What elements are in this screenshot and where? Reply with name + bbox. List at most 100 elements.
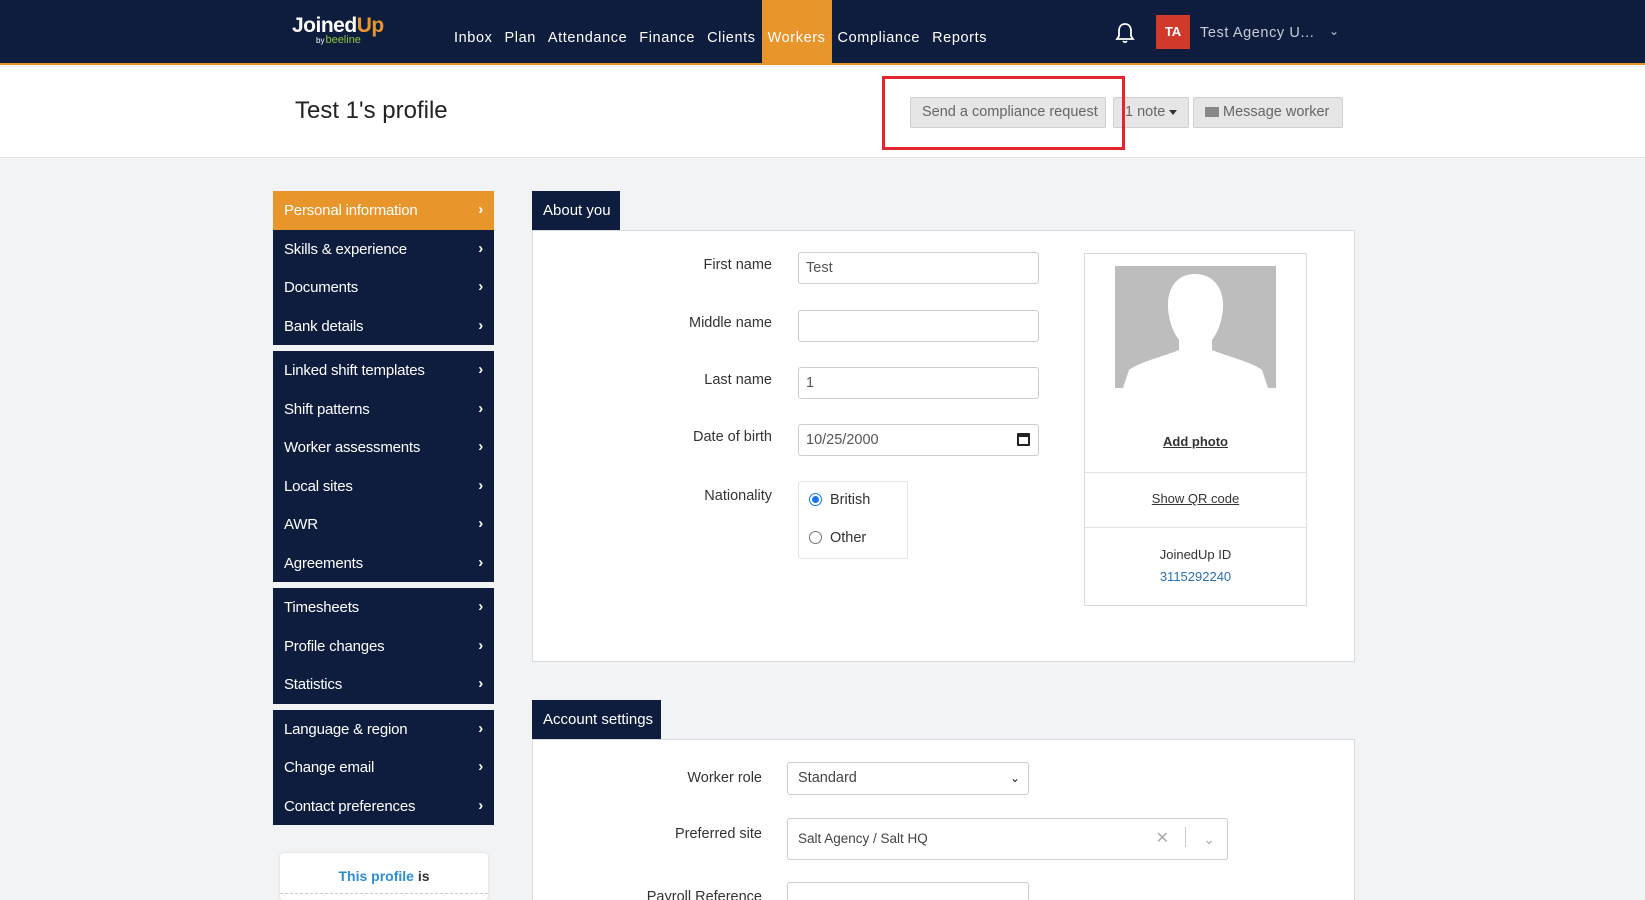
sidebar-item-label: AWR — [284, 516, 318, 533]
nav-item-compliance[interactable]: Compliance — [832, 0, 927, 65]
preferred-site-select[interactable]: Salt Agency / Salt HQ ✕ ⌄ — [787, 818, 1228, 860]
send-compliance-request-button[interactable]: Send a compliance request — [910, 97, 1106, 128]
sidebar-item-label: Profile changes — [284, 637, 385, 655]
bell-icon[interactable] — [1115, 22, 1135, 44]
sidebar-group: Language & region › Change email › Contact p… — [273, 709, 494, 826]
sidebar-item-label: Linked shift templates — [284, 362, 425, 379]
sidebar-item-label: Contact preferences — [284, 797, 416, 815]
first-name-label: First name — [703, 257, 773, 273]
sidebar-item-bank-details[interactable]: Bank details › — [273, 307, 494, 346]
sidebar-item-language-region[interactable]: Language & region › — [273, 710, 494, 749]
sidebar-item-label: Personal information — [284, 202, 418, 219]
envelope-icon — [1205, 107, 1219, 117]
nav-item-reports[interactable]: Reports — [926, 0, 993, 65]
message-worker-button[interactable]: Message worker — [1193, 97, 1343, 128]
clear-icon[interactable]: ✕ — [1156, 819, 1169, 859]
date-of-birth-input[interactable]: 10/25/2000 — [798, 424, 1039, 456]
photo-panel: Add photo Show QR code JoinedUp ID 31152… — [1084, 253, 1307, 606]
profile-sidebar: Personal information › Skills & experience… — [273, 191, 494, 831]
joinedup-logo[interactable]: JoinedUp bybeeline — [292, 14, 384, 46]
profile-photo-placeholder — [1115, 266, 1276, 388]
main-nav: Inbox Plan Attendance Finance Clients Workers… — [448, 0, 993, 65]
agency-name[interactable]: Test Agency U... — [1200, 25, 1314, 41]
chevron-right-icon: › — [478, 719, 483, 737]
chevron-right-icon: › — [478, 598, 483, 615]
chevron-down-icon: ⌄ — [1009, 771, 1020, 785]
radio-checked-icon[interactable] — [809, 493, 822, 506]
nationality-label: Nationality — [704, 488, 772, 504]
radio-unchecked-icon[interactable] — [809, 531, 822, 544]
sidebar-item-local-sites[interactable]: Local sites › — [273, 467, 494, 506]
chevron-right-icon: › — [478, 636, 483, 654]
this-profile-link[interactable]: This profile — [338, 868, 413, 884]
preferred-site-label: Preferred site — [674, 826, 762, 842]
sidebar-item-documents[interactable]: Documents › — [273, 268, 494, 307]
sidebar-item-linked-shift-templates[interactable]: Linked shift templates › — [273, 351, 494, 390]
nationality-radio-group: British Other — [798, 481, 908, 559]
payroll-reference-label: Payroll Reference — [646, 889, 762, 900]
chevron-right-icon: › — [478, 675, 483, 692]
sidebar-item-agreements[interactable]: Agreements › — [273, 544, 494, 583]
nav-item-attendance[interactable]: Attendance — [542, 0, 633, 65]
sidebar-item-label: Worker assessments — [284, 439, 421, 456]
sidebar-item-awr[interactable]: AWR › — [273, 505, 494, 544]
chevron-right-icon: › — [478, 201, 483, 218]
nationality-option-other[interactable]: Other — [809, 530, 866, 546]
sidebar-group: Timesheets › Profile changes › Statistics › — [273, 588, 494, 704]
sidebar-item-label: Skills & experience — [284, 240, 407, 258]
calendar-icon[interactable] — [1017, 433, 1030, 446]
payroll-reference-input[interactable] — [787, 882, 1029, 900]
nav-item-workers[interactable]: Workers — [761, 0, 832, 65]
sidebar-group: Linked shift templates › Shift patterns › Wo… — [273, 351, 494, 582]
sidebar-item-label: Bank details — [284, 317, 364, 335]
profile-status-card: This profile is — [280, 853, 488, 900]
nav-item-plan[interactable]: Plan — [498, 0, 541, 65]
about-you-tab[interactable]: About you — [532, 191, 620, 237]
account-settings-tab[interactable]: Account settings — [532, 700, 661, 746]
middle-name-label: Middle name — [688, 315, 772, 331]
last-name-label: Last name — [704, 372, 772, 388]
sidebar-item-profile-changes[interactable]: Profile changes › — [273, 627, 494, 666]
sidebar-item-shift-patterns[interactable]: Shift patterns › — [273, 390, 494, 429]
first-name-input[interactable]: Test — [798, 252, 1039, 284]
worker-role-select[interactable]: Standard ⌄ — [787, 762, 1029, 795]
chevron-right-icon: › — [478, 515, 483, 532]
sidebar-item-timesheets[interactable]: Timesheets › — [273, 588, 494, 627]
chevron-right-icon: › — [478, 438, 483, 455]
sidebar-item-statistics[interactable]: Statistics › — [273, 665, 494, 704]
joinedup-id-label: JoinedUp ID — [1159, 547, 1232, 562]
show-qr-code-link[interactable]: Show QR code — [1085, 491, 1306, 506]
chevron-down-icon[interactable]: ⌄ — [1329, 24, 1339, 38]
sidebar-item-label: Agreements — [284, 554, 363, 572]
chevron-down-icon[interactable]: ⌄ — [1203, 819, 1215, 859]
chevron-right-icon: › — [478, 239, 483, 257]
sidebar-group: Personal information › Skills & experience… — [273, 191, 494, 345]
add-photo-link[interactable]: Add photo — [1085, 434, 1306, 449]
last-name-input[interactable]: 1 — [798, 367, 1039, 399]
nav-item-clients[interactable]: Clients — [701, 0, 762, 65]
sidebar-item-change-email[interactable]: Change email › — [273, 748, 494, 787]
nav-item-inbox[interactable]: Inbox — [448, 0, 498, 65]
chevron-right-icon: › — [478, 758, 483, 775]
worker-role-label: Worker role — [687, 770, 762, 786]
chevron-right-icon: › — [478, 399, 483, 417]
chevron-right-icon: › — [478, 278, 483, 295]
chevron-right-icon: › — [478, 796, 483, 814]
middle-name-input[interactable] — [798, 310, 1039, 342]
joinedup-id-value: 3115292240 — [1159, 569, 1232, 584]
nationality-option-british[interactable]: British — [809, 492, 870, 508]
sidebar-item-label: Shift patterns — [284, 400, 370, 418]
user-avatar[interactable]: TA — [1156, 15, 1190, 49]
sidebar-item-skills-experience[interactable]: Skills & experience › — [273, 230, 494, 269]
sidebar-item-label: Local sites — [284, 477, 353, 495]
sidebar-item-contact-preferences[interactable]: Contact preferences › — [273, 787, 494, 826]
sidebar-item-personal-information[interactable]: Personal information › — [273, 191, 494, 230]
nav-item-finance[interactable]: Finance — [633, 0, 701, 65]
notes-dropdown-button[interactable]: 1 note — [1113, 97, 1189, 128]
sidebar-item-label: Change email — [284, 759, 375, 776]
chevron-right-icon: › — [478, 361, 483, 378]
profile-header: Test 1's profile Send a compliance reque… — [0, 67, 1645, 158]
sidebar-item-worker-assessments[interactable]: Worker assessments › — [273, 428, 494, 467]
page-title: Test 1's profile — [295, 97, 448, 124]
sidebar-item-label: Statistics — [284, 676, 343, 693]
